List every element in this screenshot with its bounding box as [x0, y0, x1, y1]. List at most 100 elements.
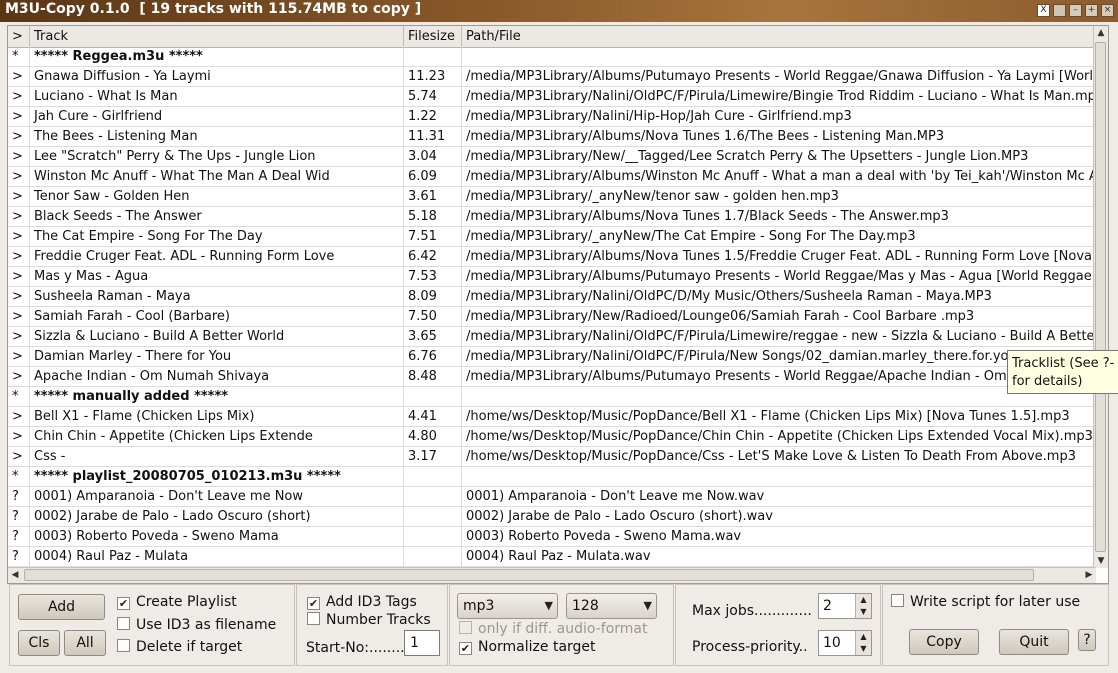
row-flag: ? [8, 487, 30, 506]
row-path: /media/MP3Library/New/Radioed/Lounge06/S… [466, 309, 975, 324]
scroll-up-icon[interactable]: ▲ [1094, 26, 1108, 40]
create-playlist-checkbox[interactable]: ✔ Create Playlist [117, 594, 237, 610]
table-row[interactable]: ? 0001) Amparanoia - Don't Leave me Now 00… [8, 487, 1096, 507]
help-button[interactable]: ? [1078, 629, 1096, 651]
table-row[interactable]: > Tenor Saw - Golden Hen 3.61/media/MP3Lib… [8, 187, 1096, 207]
spin-arrows-icon[interactable]: ▲ ▼ [855, 631, 871, 655]
row-flag: > [8, 367, 30, 386]
row-flag: * [8, 387, 30, 406]
row-track: Lee "Scratch" Perry & The Ups - Jungle L… [30, 147, 404, 166]
write-script-checkbox[interactable]: Write script for later use [891, 594, 1080, 610]
normalize-box[interactable]: ✔ [459, 642, 472, 655]
use-id3-checkbox[interactable]: Use ID3 as filename [117, 617, 276, 633]
scroll-left-icon[interactable]: ◀ [8, 568, 22, 582]
section-row[interactable]: * ***** Reggea.m3u ***** [8, 47, 1096, 67]
row-flag: > [8, 447, 30, 466]
table-row[interactable]: > Bell X1 - Flame (Chicken Lips Mix) 4.41 /… [8, 407, 1096, 427]
horizontal-scroll-thumb[interactable] [24, 569, 1034, 581]
max-jobs-spinbox[interactable]: 2 ▲ ▼ [818, 593, 872, 619]
header-flag[interactable]: > [8, 26, 30, 47]
add-id3-tags-box[interactable]: ✔ [307, 597, 320, 610]
row-track: Css - [30, 447, 404, 466]
table-row[interactable]: > Gnawa Diffusion - Ya Laymi 11.23/media/M… [8, 67, 1102, 87]
row-path: 0001) Amparanoia - Don't Leave me Now.wa… [466, 489, 765, 504]
row-path [462, 467, 1102, 486]
table-row[interactable]: > Luciano - What Is Man 5.74/media/MP3Libr… [8, 87, 1102, 107]
scroll-right-icon[interactable]: ▶ [1082, 568, 1096, 582]
number-tracks-checkbox[interactable]: Number Tracks [307, 612, 431, 628]
row-path: /media/MP3Library/Nalini/Hip-Hop/Jah Cur… [466, 109, 852, 124]
row-filesize [404, 47, 462, 66]
quit-button[interactable]: Quit [999, 629, 1069, 655]
row-track: 0003) Roberto Poveda - Sweno Mama [30, 527, 404, 546]
section-row[interactable]: * ***** manually added ***** [8, 387, 1096, 407]
all-button[interactable]: All [64, 630, 106, 656]
section-row[interactable]: * ***** playlist_20080705_010213.m3u ****… [8, 467, 1096, 487]
close-icon[interactable]: × [1101, 4, 1114, 17]
table-row[interactable]: > Winston Mc Anuff - What The Man A Deal … [8, 167, 1102, 187]
header-filesize[interactable]: Filesize [404, 26, 462, 47]
tracklist-table[interactable]: > Track Filesize Path/File * ***** Reggea… [7, 25, 1109, 584]
table-row[interactable]: > Jah Cure - Girlfriend 1.22/media/MP3Libr… [8, 107, 1096, 127]
row-flag: > [8, 87, 30, 106]
table-row[interactable]: > Freddie Cruger Feat. ADL - Running Form… [8, 247, 1102, 267]
row-flag: > [8, 227, 30, 246]
tooltip-line-2: for details) [1012, 374, 1083, 389]
table-row[interactable]: > The Cat Empire - Song For The Day 7.51/m… [8, 227, 1096, 247]
close-x-icon[interactable]: X [1037, 4, 1050, 17]
row-path: /media/MP3Library/Nalini/OldPC/F/Pirula/… [466, 349, 1051, 364]
bitrate-select[interactable]: 128 ▼ [566, 593, 657, 619]
panel-format: mp3 ▼ 128 ▼ only if diff. audio-format ✔ No… [449, 584, 674, 666]
table-row[interactable]: > Damian Marley - There for You 6.76/media… [8, 347, 1096, 367]
maximize-icon[interactable]: + [1085, 4, 1098, 17]
cls-button[interactable]: Cls [18, 630, 60, 656]
normalize-checkbox[interactable]: ✔ Normalize target [459, 639, 596, 655]
table-row[interactable]: > Mas y Mas - Agua 7.53/media/MP3Library/A… [8, 267, 1102, 287]
table-row[interactable]: > The Bees - Listening Man 11.31/media/MP3… [8, 127, 1096, 147]
table-row[interactable]: > Black Seeds - The Answer 5.18/media/MP3L… [8, 207, 1096, 227]
use-id3-box[interactable] [117, 617, 130, 630]
scroll-down-icon[interactable]: ▼ [1094, 554, 1108, 568]
row-track: Damian Marley - There for You [30, 347, 404, 366]
add-id3-tags-checkbox[interactable]: ✔ Add ID3 Tags [307, 594, 417, 610]
table-row[interactable]: > Samiah Farah - Cool (Barbare) 7.50/media… [8, 307, 1096, 327]
minimize-icon[interactable]: – [1069, 4, 1082, 17]
copy-button[interactable]: Copy [909, 629, 979, 655]
row-flag: > [8, 307, 30, 326]
start-no-input[interactable]: 1 [404, 630, 440, 656]
table-row[interactable]: > Chin Chin - Appetite (Chicken Lips Exte… [8, 427, 1096, 447]
table-row[interactable]: > Css -3.17/home/ws/Desktop/Music/PopDanc… [8, 447, 1096, 467]
priority-spinbox[interactable]: 10 ▲ ▼ [818, 630, 872, 656]
delete-if-target-checkbox[interactable]: Delete if target [117, 639, 242, 655]
delete-if-target-box[interactable] [117, 639, 130, 652]
horizontal-scrollbar[interactable]: ◀ ▶ [8, 567, 1096, 583]
header-path[interactable]: Path/File [462, 26, 1098, 47]
write-script-box[interactable] [891, 594, 904, 607]
only-diff-box[interactable] [459, 621, 472, 634]
row-track: Susheela Raman - Maya [30, 287, 404, 306]
shade-icon[interactable] [1053, 4, 1066, 17]
table-row[interactable]: ? 0004) Raul Paz - Mulata 0004) Raul Paz -… [8, 547, 1096, 567]
row-filesize [404, 547, 462, 566]
table-row[interactable]: > Susheela Raman - Maya 8.09/media/MP3Libr… [8, 287, 1096, 307]
number-tracks-box[interactable] [307, 612, 320, 625]
create-playlist-box[interactable]: ✔ [117, 597, 130, 610]
vertical-scroll-thumb[interactable] [1095, 42, 1106, 552]
row-flag: > [8, 67, 30, 86]
table-row[interactable]: ? 0003) Roberto Poveda - Sweno Mama 0003) … [8, 527, 1096, 547]
table-row[interactable]: > Apache Indian - Om Numah Shivaya 8.48/me… [8, 367, 1102, 387]
table-row[interactable]: > Lee "Scratch" Perry & The Ups - Jungle … [8, 147, 1096, 167]
add-button[interactable]: Add [18, 594, 105, 620]
row-track: Jah Cure - Girlfriend [30, 107, 404, 126]
only-diff-checkbox[interactable]: only if diff. audio-format [459, 621, 647, 637]
write-script-label: Write script for later use [910, 594, 1081, 610]
row-filesize: 6.76 [404, 347, 462, 366]
spin-arrows-icon[interactable]: ▲ ▼ [855, 594, 871, 618]
table-row[interactable]: > Sizzla & Luciano - Build A Better World… [8, 327, 1100, 347]
format-select[interactable]: mp3 ▼ [457, 593, 558, 619]
header-track[interactable]: Track [30, 26, 404, 47]
table-row[interactable]: ? 0002) Jarabe de Palo - Lado Oscuro (sho… [8, 507, 1096, 527]
vertical-scrollbar[interactable]: ▲ ▼ [1093, 26, 1108, 568]
format-value: mp3 [463, 598, 495, 614]
row-path: /media/MP3Library/Nalini/OldPC/D/My Musi… [466, 289, 992, 304]
